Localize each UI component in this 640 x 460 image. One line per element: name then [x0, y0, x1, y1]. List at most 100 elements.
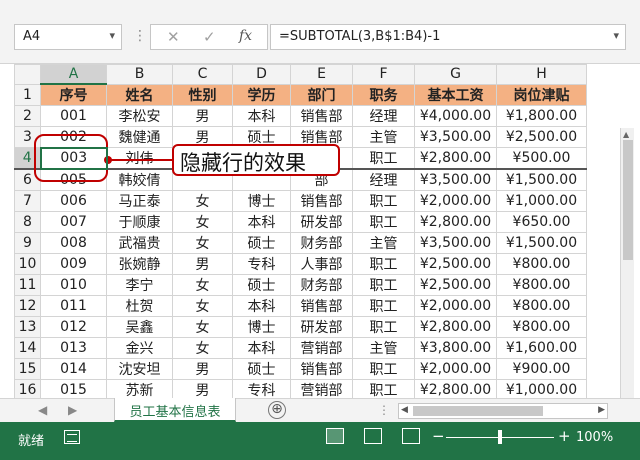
column-header-f[interactable]: F — [352, 64, 415, 85]
expand-formula-icon[interactable]: ▾ — [613, 29, 619, 42]
row-header[interactable]: 11 — [14, 274, 41, 296]
data-cell[interactable]: ¥3,500.00 — [414, 126, 497, 148]
data-cell[interactable]: 金兴 — [106, 337, 173, 359]
data-cell[interactable]: ¥2,800.00 — [414, 211, 497, 233]
row-header[interactable]: 9 — [14, 232, 41, 254]
row-header[interactable]: 10 — [14, 253, 41, 275]
data-cell[interactable]: 015 — [40, 379, 107, 398]
data-cell[interactable]: 本科 — [232, 295, 291, 317]
scroll-left-icon[interactable]: ◀ — [401, 405, 408, 415]
data-cell[interactable]: ¥2,500.00 — [414, 253, 497, 275]
data-cell[interactable]: ¥1,500.00 — [496, 168, 587, 191]
sheet-tab-active[interactable]: 员工基本信息表 — [114, 398, 236, 422]
data-cell[interactable]: ¥1,000.00 — [496, 379, 587, 398]
data-cell[interactable]: 杜贺 — [106, 295, 173, 317]
data-cell[interactable]: 主管 — [352, 126, 415, 148]
header-cell[interactable]: 职务 — [352, 83, 415, 106]
column-header-e[interactable]: E — [290, 64, 353, 85]
data-cell[interactable]: 职工 — [352, 379, 415, 398]
data-cell[interactable]: 硕士 — [232, 232, 291, 254]
enter-icon[interactable]: ✓ — [203, 28, 216, 46]
data-cell[interactable]: 主管 — [352, 337, 415, 359]
data-cell[interactable]: 职工 — [352, 190, 415, 212]
zoom-out-icon[interactable]: − — [432, 427, 445, 445]
select-all-corner[interactable] — [14, 64, 41, 85]
data-cell[interactable]: 经理 — [352, 168, 415, 191]
data-cell[interactable]: 李松安 — [106, 105, 173, 127]
data-cell[interactable]: ¥4,000.00 — [414, 105, 497, 127]
data-cell[interactable]: 魏健通 — [106, 126, 173, 148]
data-cell[interactable]: 女 — [172, 190, 233, 212]
data-cell[interactable]: 韩姣倩 — [106, 168, 173, 191]
data-cell[interactable]: 硕士 — [232, 358, 291, 380]
data-cell[interactable]: 武福贵 — [106, 232, 173, 254]
prev-sheet-icon[interactable]: ◀ — [38, 403, 47, 417]
column-header-d[interactable]: D — [232, 64, 291, 85]
data-cell[interactable]: ¥2,500.00 — [414, 274, 497, 296]
cancel-icon[interactable]: ✕ — [167, 28, 180, 46]
data-cell[interactable]: 经理 — [352, 105, 415, 127]
page-break-view-icon[interactable] — [402, 428, 420, 444]
data-cell[interactable]: ¥1,800.00 — [496, 105, 587, 127]
data-cell[interactable]: 职工 — [352, 253, 415, 275]
scroll-right-icon[interactable]: ▶ — [598, 405, 605, 415]
add-sheet-icon[interactable]: ⊕ — [268, 401, 286, 419]
data-cell[interactable]: 008 — [40, 232, 107, 254]
data-cell[interactable]: ¥2,800.00 — [414, 147, 497, 170]
row-header[interactable]: 8 — [14, 211, 41, 233]
data-cell[interactable]: 吴鑫 — [106, 316, 173, 338]
data-cell[interactable]: 014 — [40, 358, 107, 380]
data-cell[interactable]: 销售部 — [290, 190, 353, 212]
vertical-scroll-thumb[interactable] — [623, 140, 633, 260]
header-cell[interactable]: 岗位津贴 — [496, 83, 587, 106]
data-cell[interactable]: 007 — [40, 211, 107, 233]
vertical-scrollbar[interactable]: ▲ ▼ — [620, 128, 634, 398]
column-header-h[interactable]: H — [496, 64, 587, 85]
data-cell[interactable]: 研发部 — [290, 211, 353, 233]
data-cell[interactable]: 本科 — [232, 337, 291, 359]
header-cell[interactable]: 部门 — [290, 83, 353, 106]
data-cell[interactable]: 营销部 — [290, 337, 353, 359]
data-cell[interactable]: 职工 — [352, 274, 415, 296]
data-cell[interactable]: 硕士 — [232, 274, 291, 296]
data-cell[interactable]: ¥800.00 — [496, 316, 587, 338]
data-cell[interactable]: 职工 — [352, 358, 415, 380]
data-cell[interactable]: ¥3,800.00 — [414, 337, 497, 359]
row-header[interactable]: 7 — [14, 190, 41, 212]
zoom-level[interactable]: 100% — [576, 430, 613, 445]
data-cell[interactable]: 013 — [40, 337, 107, 359]
data-cell[interactable]: 销售部 — [290, 295, 353, 317]
header-cell[interactable]: 序号 — [40, 83, 107, 106]
data-cell[interactable]: 女 — [172, 337, 233, 359]
data-cell[interactable]: 营销部 — [290, 379, 353, 398]
data-cell[interactable]: 张婉静 — [106, 253, 173, 275]
header-cell[interactable]: 姓名 — [106, 83, 173, 106]
data-cell[interactable]: 人事部 — [290, 253, 353, 275]
data-cell[interactable]: 女 — [172, 211, 233, 233]
header-cell[interactable]: 学历 — [232, 83, 291, 106]
data-cell[interactable]: ¥800.00 — [496, 295, 587, 317]
data-cell[interactable]: ¥1,600.00 — [496, 337, 587, 359]
data-cell[interactable]: ¥900.00 — [496, 358, 587, 380]
data-cell[interactable]: ¥2,800.00 — [414, 379, 497, 398]
data-cell[interactable]: 男 — [172, 253, 233, 275]
data-cell[interactable]: 男 — [172, 379, 233, 398]
data-cell[interactable]: ¥3,500.00 — [414, 232, 497, 254]
data-cell[interactable]: ¥1,500.00 — [496, 232, 587, 254]
header-cell[interactable]: 性别 — [172, 83, 233, 106]
data-cell[interactable]: 销售部 — [290, 358, 353, 380]
name-box-dropdown-icon[interactable]: ▾ — [109, 29, 115, 42]
formula-input[interactable]: =SUBTOTAL(3,B$1:B4)-1 ▾ — [270, 24, 626, 50]
data-cell[interactable]: 于顺康 — [106, 211, 173, 233]
data-cell[interactable]: 012 — [40, 316, 107, 338]
data-cell[interactable]: 马正泰 — [106, 190, 173, 212]
row-header[interactable]: 14 — [14, 337, 41, 359]
data-cell[interactable]: 博士 — [232, 316, 291, 338]
data-cell[interactable]: 职工 — [352, 147, 415, 170]
row-header[interactable]: 13 — [14, 316, 41, 338]
tab-split-grip-icon[interactable]: ⋮ — [378, 403, 390, 417]
column-header-c[interactable]: C — [172, 64, 233, 85]
column-header-b[interactable]: B — [106, 64, 173, 85]
data-cell[interactable]: 011 — [40, 295, 107, 317]
data-cell[interactable]: 苏新 — [106, 379, 173, 398]
